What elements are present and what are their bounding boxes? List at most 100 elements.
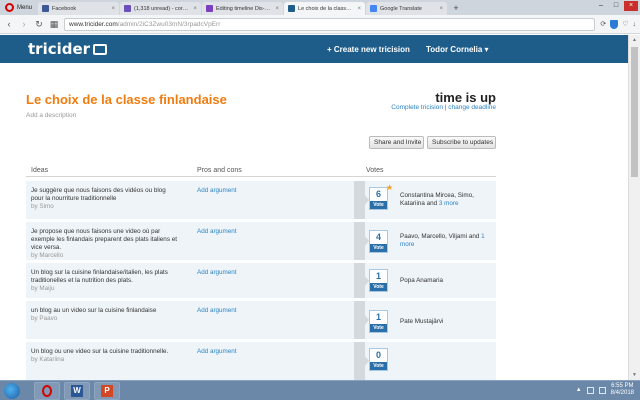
subscribe-button[interactable]: Subscribe to updates bbox=[427, 136, 496, 149]
vote-button[interactable]: Vote bbox=[370, 324, 387, 332]
idea-text: Un blog ou une video sur la cuisine trad… bbox=[31, 348, 179, 364]
minimize-icon[interactable]: – bbox=[594, 1, 608, 11]
idea-text: Je suggère que nous faisons des vidéos o… bbox=[31, 187, 179, 211]
vote-button[interactable]: Vote bbox=[370, 201, 387, 209]
tab-label: Editing timeline Dis-moi c... bbox=[216, 5, 273, 12]
voter-names: Pate Mustajärvi bbox=[400, 318, 444, 325]
voter-names: Paavo, Marcello, Viljami and bbox=[400, 233, 480, 240]
vote-count: 1 bbox=[375, 271, 381, 281]
vote-box[interactable]: 4 Vote bbox=[369, 230, 388, 253]
vote-arrow-divider bbox=[354, 181, 369, 219]
vote-button[interactable]: Vote bbox=[370, 244, 387, 252]
address-bar: ‹ › ↻ ▦ www.tricider.com /admin/2iC3Zwu0… bbox=[0, 15, 640, 34]
taskbar-word[interactable]: W bbox=[64, 381, 90, 400]
tray-expand-icon[interactable]: ▲ bbox=[576, 387, 582, 393]
taskbar-opera[interactable] bbox=[34, 381, 60, 400]
url-path: /admin/2iC3Zwu03mN/3rpadcVpErr bbox=[117, 20, 221, 28]
vpn-icon[interactable]: ⟳ bbox=[600, 20, 606, 28]
address-bar-tools: ⟳ ♡ ↓ bbox=[600, 19, 637, 29]
voter-names: Constantina Mircea, Simo, Katariina and bbox=[400, 192, 474, 207]
close-tab-icon[interactable]: × bbox=[358, 6, 362, 12]
tab-editing-timeline[interactable]: Editing timeline Dis-moi c... × bbox=[202, 2, 284, 15]
idea-description: Un blog ou une video sur la cuisine trad… bbox=[31, 348, 169, 355]
idea-author: by Katariina bbox=[31, 356, 65, 363]
vote-count: 4 bbox=[375, 232, 381, 242]
complete-tricision-link[interactable]: Complete tricision bbox=[391, 104, 443, 111]
forward-arrow-icon[interactable]: › bbox=[19, 19, 29, 29]
tricider-icon bbox=[288, 5, 296, 12]
clock-date: 8/4/2018 bbox=[610, 390, 634, 396]
idea-author: by Marcello bbox=[31, 252, 64, 259]
add-description-link[interactable]: Add a description bbox=[26, 112, 76, 119]
facebook-icon bbox=[42, 5, 50, 12]
powerpoint-icon: P bbox=[101, 384, 113, 397]
vote-box[interactable]: 0 Vote bbox=[369, 348, 388, 371]
tab-mail[interactable]: (1,318 unread) - cornelia... × bbox=[120, 2, 202, 15]
scrollbar-thumb[interactable] bbox=[631, 47, 638, 177]
change-deadline-link[interactable]: change deadline bbox=[448, 104, 496, 111]
add-argument-link[interactable]: Add argument bbox=[197, 348, 237, 355]
winner-star-icon: ★ bbox=[386, 183, 394, 192]
table-row: un blog au un video sur la cuisine finla… bbox=[26, 301, 496, 339]
tab-label: (1,318 unread) - cornelia... bbox=[134, 5, 190, 12]
share-invite-button[interactable]: Share and Invite bbox=[369, 136, 424, 149]
tab-label: Facebook bbox=[52, 5, 77, 12]
bookmark-heart-icon[interactable]: ♡ bbox=[622, 20, 628, 28]
vote-box[interactable]: 1 Vote bbox=[369, 310, 388, 333]
tab-tricider-active[interactable]: Le choix de la classe finlan... × bbox=[284, 2, 366, 15]
create-tricision-link[interactable]: + Create new tricision bbox=[327, 45, 410, 54]
vote-arrow-divider bbox=[354, 263, 369, 298]
tab-facebook[interactable]: Facebook × bbox=[38, 2, 120, 15]
scroll-down-icon[interactable]: ▼ bbox=[629, 370, 640, 380]
page-scrollbar[interactable]: ▲ ▼ bbox=[628, 35, 640, 380]
windows-taskbar: W P ▲ 6:55 PM 8/4/2018 bbox=[0, 380, 640, 400]
download-icon[interactable]: ↓ bbox=[633, 21, 637, 28]
close-tab-icon[interactable]: × bbox=[440, 6, 444, 12]
more-voters-link[interactable]: 3 more bbox=[439, 200, 459, 207]
idea-author: by Maiju bbox=[31, 285, 55, 292]
reload-icon[interactable]: ↻ bbox=[34, 19, 44, 30]
add-argument-link[interactable]: Add argument bbox=[197, 269, 237, 276]
volume-icon[interactable] bbox=[598, 386, 606, 394]
add-argument-link[interactable]: Add argument bbox=[197, 187, 237, 194]
taskbar-powerpoint[interactable]: P bbox=[94, 381, 120, 400]
voters-list: Popa Anamaria bbox=[400, 277, 496, 285]
mail-icon bbox=[124, 5, 132, 12]
new-tab-button[interactable]: + bbox=[449, 2, 463, 15]
speed-dial-icon[interactable]: ▦ bbox=[49, 19, 59, 30]
user-menu[interactable]: Todor Cornelia ▾ bbox=[426, 45, 489, 54]
idea-text: Je propose que nous faisons une video où… bbox=[31, 228, 179, 260]
table-row: Un blog ou une video sur la cuisine trad… bbox=[26, 342, 496, 380]
clock-time: 6:55 PM bbox=[611, 383, 634, 389]
idea-text: un blog au un video sur la cuisine finla… bbox=[31, 307, 179, 323]
close-tab-icon[interactable]: × bbox=[194, 6, 198, 12]
vote-button[interactable]: Vote bbox=[370, 283, 387, 291]
close-tab-icon[interactable]: × bbox=[276, 6, 280, 12]
pros-cons-column-header: Pros and cons bbox=[197, 167, 242, 174]
idea-description: Un blog sur la cuisine finlandaise/itali… bbox=[31, 269, 168, 284]
tricider-logo[interactable]: tricider bbox=[28, 40, 108, 58]
vote-button[interactable]: Vote bbox=[370, 362, 387, 370]
close-tab-icon[interactable]: × bbox=[112, 6, 116, 12]
network-icon[interactable] bbox=[586, 386, 594, 394]
opera-menu-button[interactable]: Menu bbox=[0, 0, 37, 15]
tab-google-translate[interactable]: Google Translate × bbox=[366, 2, 448, 15]
voters-list: Pate Mustajärvi bbox=[400, 318, 496, 326]
votes-column-header: Votes bbox=[366, 167, 384, 174]
system-clock[interactable]: 6:55 PM 8/4/2018 bbox=[611, 383, 634, 397]
tab-label: Google Translate bbox=[380, 5, 422, 12]
vote-box[interactable]: 1 Vote bbox=[369, 269, 388, 292]
menu-label: Menu bbox=[17, 4, 33, 11]
vote-arrow-divider bbox=[354, 342, 369, 380]
add-argument-link[interactable]: Add argument bbox=[197, 307, 237, 314]
url-host: www.tricider.com bbox=[69, 20, 118, 28]
add-argument-link[interactable]: Add argument bbox=[197, 228, 237, 235]
shield-icon[interactable] bbox=[610, 19, 619, 29]
url-input[interactable]: www.tricider.com /admin/2iC3Zwu03mN/3rpa… bbox=[64, 17, 596, 31]
back-arrow-icon[interactable]: ‹ bbox=[4, 19, 14, 29]
scroll-up-icon[interactable]: ▲ bbox=[629, 35, 640, 45]
voter-names: Popa Anamaria bbox=[400, 277, 444, 284]
close-window-icon[interactable]: × bbox=[624, 1, 638, 11]
windows-start-button[interactable] bbox=[4, 382, 20, 399]
maximize-icon[interactable]: □ bbox=[609, 1, 623, 11]
